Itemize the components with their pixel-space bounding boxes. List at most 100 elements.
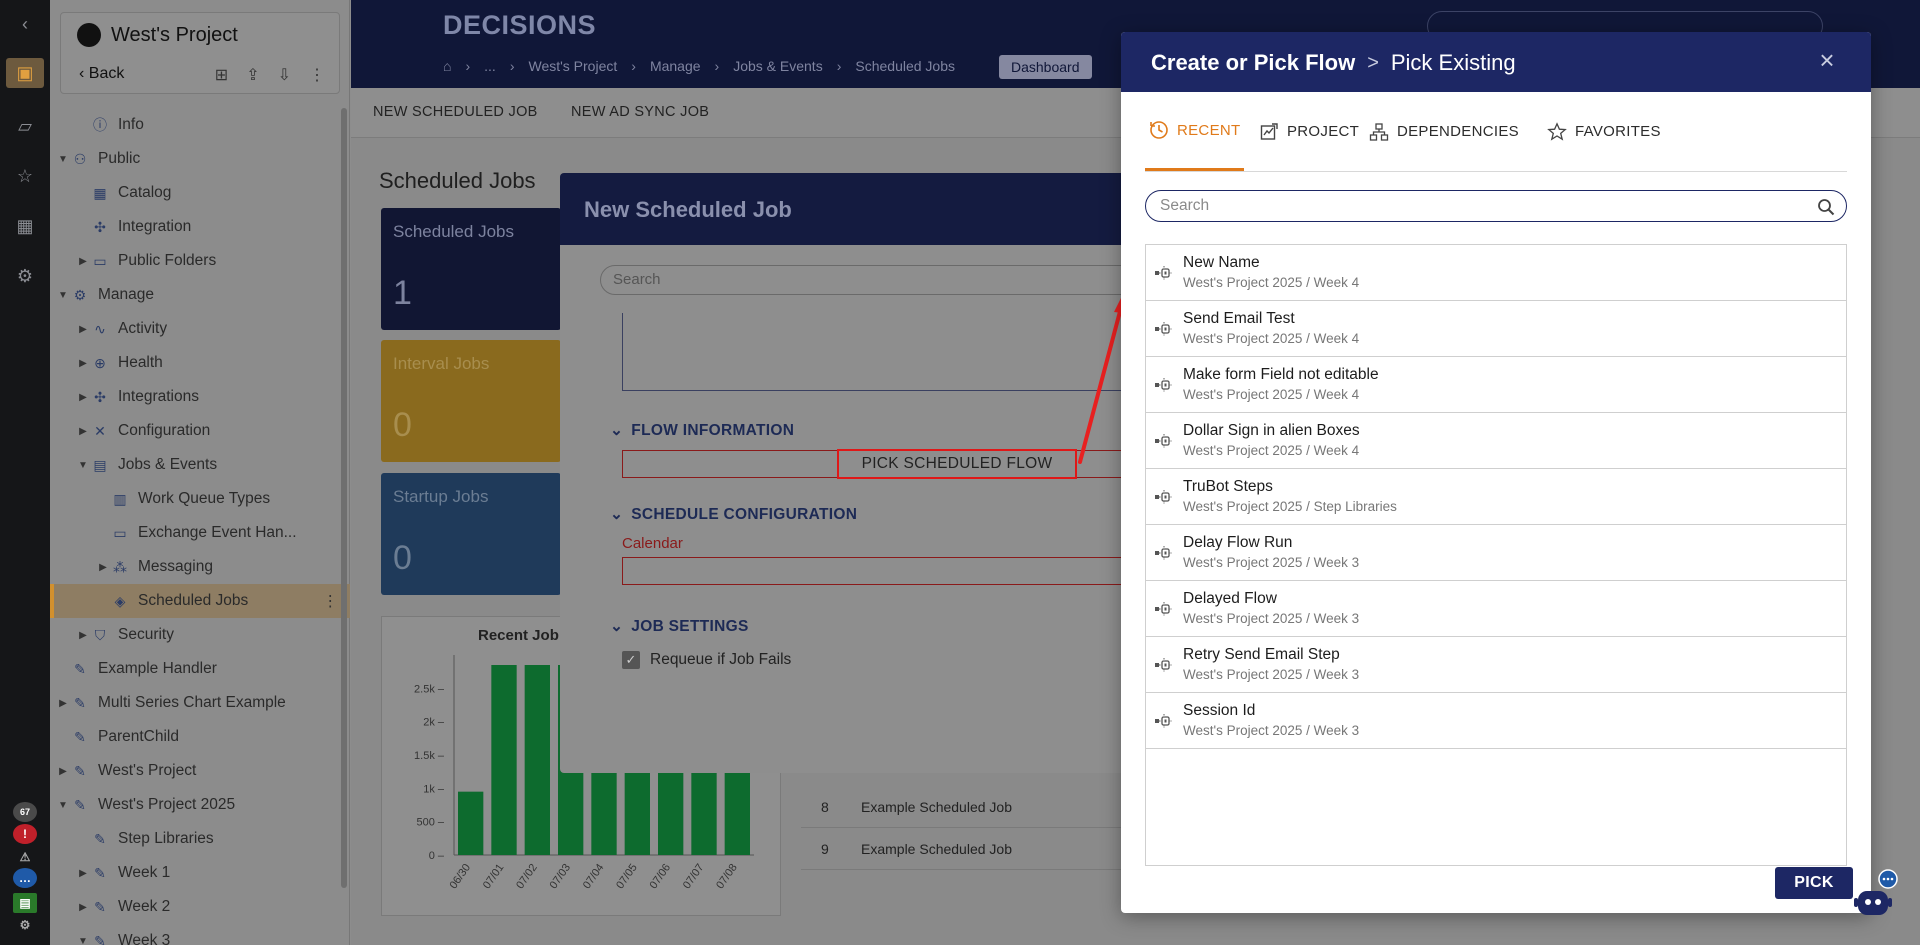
breadcrumb-item[interactable]: Manage xyxy=(650,58,701,74)
sidebar-item-integrations[interactable]: ▶ ✣ Integrations xyxy=(50,380,350,414)
gear-icon[interactable]: ⚙ xyxy=(13,264,37,288)
new-ad-sync-job-button[interactable]: NEW AD SYNC JOB xyxy=(571,104,709,120)
sidebar-item-messaging[interactable]: ▶ ⁂ Messaging xyxy=(50,550,350,584)
sidebar-item-health[interactable]: ▶ ⊕ Health xyxy=(50,346,350,380)
sidebar-item-jobs-events[interactable]: ▼ ▤ Jobs & Events xyxy=(50,448,350,482)
flow-list-item[interactable]: Session Id West's Project 2025 / Week 3 xyxy=(1146,693,1846,749)
new-folder-icon[interactable]: ⊞ xyxy=(215,65,228,85)
sidebar-item-parentchild[interactable]: ✎ ParentChild xyxy=(50,720,350,754)
sidebar-item-west-s-project[interactable]: ▶ ✎ West's Project xyxy=(50,754,350,788)
chat-icon[interactable]: … xyxy=(13,868,37,888)
sidebar-item-west-s-project-2025[interactable]: ▼ ✎ West's Project 2025 xyxy=(50,788,350,822)
caret-right-icon[interactable]: ▶ xyxy=(56,766,70,777)
caret-down-icon[interactable]: ▼ xyxy=(56,290,70,301)
caret-down-icon[interactable]: ▼ xyxy=(56,800,70,811)
grid-icon[interactable]: ▦ xyxy=(13,214,37,238)
star-icon[interactable]: ☆ xyxy=(13,164,37,188)
tab-dashboard[interactable]: Dashboard xyxy=(999,55,1092,79)
tile-startup-jobs[interactable]: Startup Jobs 0 xyxy=(381,473,561,595)
breadcrumb-item[interactable]: West's Project xyxy=(528,58,617,74)
home-icon[interactable]: ⌂ xyxy=(443,58,451,74)
caret-down-icon[interactable]: ▼ xyxy=(76,460,90,471)
import-icon[interactable]: ⇩ xyxy=(278,65,291,85)
breadcrumb-item[interactable]: ... xyxy=(484,58,496,74)
flow-information-section[interactable]: ⌄ FLOW INFORMATION xyxy=(610,421,794,440)
flow-list-item[interactable]: Retry Send Email Step West's Project 2025… xyxy=(1146,637,1846,693)
sidebar-item-week-3[interactable]: ▼ ✎ Week 3 xyxy=(50,924,350,945)
caret-down-icon[interactable]: ▼ xyxy=(76,936,90,945)
sidebar-item-public-folders[interactable]: ▶ ▭ Public Folders xyxy=(50,244,350,278)
flow-list-item[interactable]: Send Email Test West's Project 2025 / Wee… xyxy=(1146,301,1846,357)
caret-right-icon[interactable]: ▶ xyxy=(56,698,70,709)
sidebar-item-manage[interactable]: ▼ ⚙ Manage xyxy=(50,278,350,312)
caret-right-icon[interactable]: ▶ xyxy=(76,426,90,437)
pick-flow-modal: Create or Pick Flow > Pick Existing × RE… xyxy=(1121,32,1871,913)
caret-right-icon[interactable]: ▶ xyxy=(96,562,110,573)
tab-recent[interactable]: RECENT xyxy=(1145,92,1245,171)
tab-label: RECENT xyxy=(1177,121,1241,139)
flow-list-item[interactable]: TruBot Steps West's Project 2025 / Step L… xyxy=(1146,469,1846,525)
warning-icon[interactable]: ⚠ xyxy=(13,847,37,867)
flow-list-item[interactable]: New Name West's Project 2025 / Week 4 xyxy=(1146,245,1846,301)
flow-list-item[interactable]: Delay Flow Run West's Project 2025 / Week… xyxy=(1146,525,1846,581)
sidebar-item-public[interactable]: ▼ ⚇ Public xyxy=(50,142,350,176)
schedule-configuration-section[interactable]: ⌄ SCHEDULE CONFIGURATION xyxy=(610,505,857,524)
sheet-icon[interactable]: ▤ xyxy=(13,893,37,913)
tile-interval-jobs[interactable]: Interval Jobs 0 xyxy=(381,340,561,462)
more-icon[interactable]: ⋮ xyxy=(323,592,339,611)
pick-button[interactable]: PICK xyxy=(1775,867,1853,899)
requeue-checkbox-row[interactable]: ✓ Requeue if Job Fails xyxy=(622,651,791,669)
sidebar-item-info[interactable]: ⓘ Info xyxy=(50,108,350,142)
checkbox-checked-icon[interactable]: ✓ xyxy=(622,651,640,669)
tile-scheduled-jobs[interactable]: Scheduled Jobs 1 xyxy=(381,208,561,330)
sidebar-scrollbar[interactable] xyxy=(341,108,347,888)
x-tick-label: 06/30 xyxy=(448,862,474,891)
sidebar-item-activity[interactable]: ▶ ∿ Activity xyxy=(50,312,350,346)
caret-down-icon[interactable]: ▼ xyxy=(56,154,70,165)
caret-right-icon[interactable]: ▶ xyxy=(76,902,90,913)
sidebar-item-integration[interactable]: ✣ Integration xyxy=(50,210,350,244)
back-link[interactable]: ‹ Back xyxy=(79,65,124,83)
flow-list-item[interactable]: Make form Field not editable West's Proje… xyxy=(1146,357,1846,413)
caret-right-icon[interactable]: ▶ xyxy=(76,256,90,267)
flow-search-input[interactable] xyxy=(1160,195,1800,217)
sidebar-item-week-1[interactable]: ▶ ✎ Week 1 xyxy=(50,856,350,890)
sidebar-item-catalog[interactable]: ▦ Catalog xyxy=(50,176,350,210)
sidebar-item-configuration[interactable]: ▶ ✕ Configuration xyxy=(50,414,350,448)
sidebar-item-security[interactable]: ▶ ⛉ Security xyxy=(50,618,350,652)
flow-list-item[interactable]: Dollar Sign in alien Boxes West's Project… xyxy=(1146,413,1846,469)
designer-icon[interactable]: ▣ xyxy=(6,58,44,88)
collapse-icon[interactable]: ‹ xyxy=(13,12,37,36)
flow-list-item[interactable]: Delayed Flow West's Project 2025 / Week 3 xyxy=(1146,581,1846,637)
chatbot-icon[interactable] xyxy=(1852,869,1900,921)
tab-project[interactable]: PROJECT xyxy=(1255,92,1363,171)
new-scheduled-job-button[interactable]: NEW SCHEDULED JOB xyxy=(373,104,538,120)
caret-right-icon[interactable]: ▶ xyxy=(76,324,90,335)
flow-path: West's Project 2025 / Step Libraries xyxy=(1183,499,1397,514)
caret-right-icon[interactable]: ▶ xyxy=(76,358,90,369)
pick-scheduled-flow-button[interactable]: PICK SCHEDULED FLOW xyxy=(837,449,1077,479)
settings-icon[interactable]: ⚙ xyxy=(13,915,37,935)
sidebar-item-example-handler[interactable]: ✎ Example Handler xyxy=(50,652,350,686)
sidebar-item-week-2[interactable]: ▶ ✎ Week 2 xyxy=(50,890,350,924)
search-icon[interactable] xyxy=(1816,197,1836,217)
job-settings-section[interactable]: ⌄ JOB SETTINGS xyxy=(610,617,749,636)
folder-icon[interactable]: ▱ xyxy=(13,114,37,138)
sidebar-item-exchange-event-han[interactable]: ▭ Exchange Event Han... xyxy=(50,516,350,550)
caret-right-icon[interactable]: ▶ xyxy=(76,392,90,403)
close-icon[interactable]: × xyxy=(1813,46,1841,74)
caret-right-icon[interactable]: ▶ xyxy=(76,630,90,641)
tab-dependencies[interactable]: DEPENDENCIES xyxy=(1365,92,1523,171)
breadcrumb-item[interactable]: Jobs & Events xyxy=(733,58,823,74)
more-icon[interactable]: ⋮ xyxy=(309,65,325,85)
sidebar-item-step-libraries[interactable]: ✎ Step Libraries xyxy=(50,822,350,856)
tab-favorites[interactable]: FAVORITES xyxy=(1543,92,1665,171)
sidebar-item-multi-series-chart-example[interactable]: ▶ ✎ Multi Series Chart Example xyxy=(50,686,350,720)
sidebar-item-work-queue-types[interactable]: ▥ Work Queue Types xyxy=(50,482,350,516)
error-icon[interactable]: ! xyxy=(13,824,37,844)
breadcrumb-item[interactable]: Scheduled Jobs xyxy=(855,58,955,74)
sidebar-item-scheduled-jobs[interactable]: ◈ Scheduled Jobs ⋮ xyxy=(50,584,350,618)
export-icon[interactable]: ⇪ xyxy=(246,65,259,85)
calendar-field[interactable] xyxy=(622,557,1160,585)
caret-right-icon[interactable]: ▶ xyxy=(76,868,90,879)
